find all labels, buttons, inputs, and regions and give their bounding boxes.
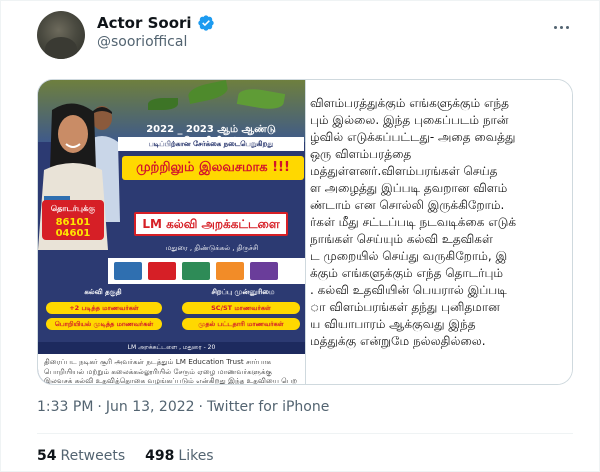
statement-line: பும் இல்லை. இந்த புகைப்படம் நான் [310,113,509,127]
poster-col-left-header: கல்வி தகுதி [84,288,122,296]
tweet-source[interactable]: Twitter for iPhone [207,399,329,415]
poster-caption-text: திரைப்பட நடிகர் சூரி அவர்கள் நடத்தும் LM… [44,357,298,384]
likes-label: Likes [178,448,214,464]
more-options-icon[interactable] [549,17,573,37]
poster-footer: LM அறக்கட்டளை , மதுரை - 20 திரைப்பட நடிக… [38,342,305,384]
tweet-date[interactable]: Jun 13, 2022 [106,399,195,415]
statement-image[interactable]: விளம்பரத்துக்கும் எங்களுக்கும் எந்த பும் … [305,80,572,384]
poster-free-banner: முற்றிலும் இலவசமாக !!! [122,156,304,180]
poster-contact-label: தொடர்புக்கு [50,204,96,213]
statement-line: விளம்பரத்துக்கும் எங்களுக்கும் எந்த [310,96,509,110]
poster-col-right-header: சிறப்பு முன்னுரிமை [211,288,275,296]
likes-stat[interactable]: 498 Likes [145,448,213,464]
leaf-decoration [148,98,178,110]
tweet-time[interactable]: 1:33 PM [37,399,93,415]
poster-pill: முதல் பட்டதாரி மாணவர்கள் [182,318,300,330]
avatar[interactable] [37,11,85,59]
retweets-label: Retweets [60,448,126,464]
tweet-timestamp: 1:33 PM · Jun 13, 2022 · Twitter for iPh… [37,399,329,415]
statement-line: ஒரு விளம்பரத்தை [310,147,412,161]
tweet-media[interactable]: 2022 _ 2023 ஆம் ஆண்டு பொறியியல் படிப்பிற… [37,79,573,385]
poster-trust-name: LM கல்வி அறக்கட்டளை [134,212,288,236]
verified-badge-icon [197,15,214,31]
poster-contact-box: தொடர்புக்கு 86101 04601 [42,200,104,240]
statement-line: ள அழைத்து இப்படி தவறான விளம் [310,181,508,195]
author-name-row: Actor Soori [97,14,215,32]
statement-line: ழ்வில் எடுக்கப்பட்டது- அதை வைத்து [310,130,516,144]
poster-pill: SC/ST மாணவர்கள் [182,302,300,314]
poster-footer-strip: LM அறக்கட்டளை , மதுரை - 20 [38,342,305,354]
poster-college-logos [108,258,305,284]
statement-line: மத்துக்கு என்றுமே நல்லதில்லை. [310,334,486,348]
poster-pill: +2 படித்த மாணவர்கள் [46,302,162,314]
statement-line: நாங்கள் செய்யும் கல்வி உதவிகள் [310,232,493,246]
poster-locations: மதுரை , திண்டுக்கல் , திருச்சி [165,244,259,252]
retweets-stat[interactable]: 54 Retweets [37,448,125,464]
poster-pill: பொறியியல் முடித்த மாணவர்கள் [46,318,162,330]
poster-admission-line: படிப்பிற்கான சேர்க்கை நடைபெறுகிறது [118,137,304,151]
meta-separator: · [198,399,203,415]
retweets-count: 54 [37,448,57,464]
statement-line: ண்டாம் என சொல்லி இருக்கிறோம். [310,198,505,212]
statement-line: ர்கள் மீது சட்டப்படி நடவடிக்கை எடுக் [310,215,517,229]
statement-line: ா விளம்பரங்கள் தந்து புனிதமான [310,300,500,314]
divider [37,433,573,434]
statement-line: ய வியாபாரம் ஆக்குவது இந்த [310,317,476,331]
author-handle[interactable]: @soorioffical [97,34,187,50]
author-display-name[interactable]: Actor Soori [97,14,192,32]
engagement-stats: 54 Retweets 498 Likes [37,448,214,464]
meta-separator: · [97,399,102,415]
statement-line: மத்துள்ளனர்.விளம்பரங்கள் செய்த [310,164,498,178]
likes-count: 498 [145,448,175,464]
poster-image[interactable]: 2022 _ 2023 ஆம் ஆண்டு பொறியியல் படிப்பிற… [38,80,305,384]
statement-line: ட முறையில் செய்து வருகிறோம், இ [310,249,508,263]
statement-line: க்கும் எங்களுக்கும் எந்த தொடர்பும் [310,266,504,280]
poster-eligibility-grid: கல்வி தகுதி சிறப்பு முன்னுரிமை +2 படித்த… [38,286,305,340]
statement-line: . கல்வி உதவியின் பெயரால் இப்படி [310,283,507,297]
statement-text: விளம்பரத்துக்கும் எங்களுக்கும் எந்த பும் … [310,95,572,350]
poster-contact-phone: 86101 04601 [55,217,91,239]
tweet-card: Actor Soori @soorioffical 2022 _ 2023 ஆம… [0,0,600,472]
